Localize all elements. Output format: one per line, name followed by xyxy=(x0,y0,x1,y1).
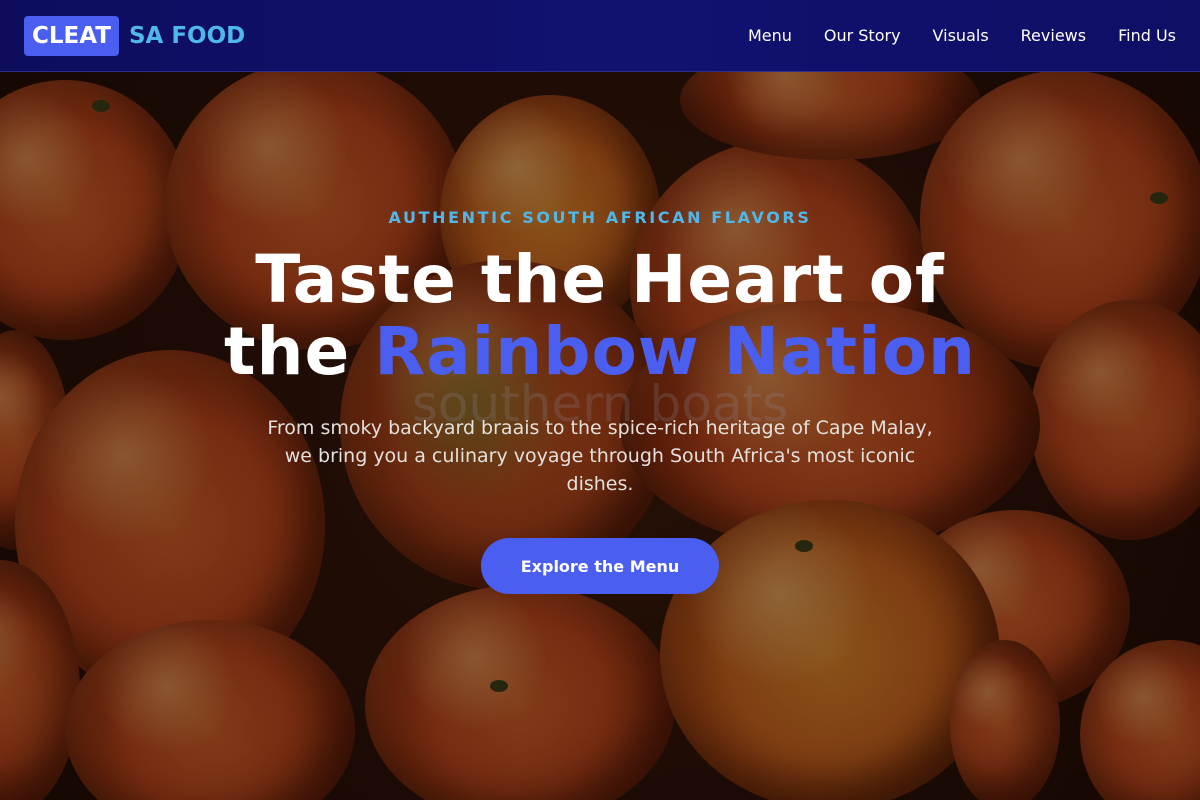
hero-headline: Taste the Heart of the Rainbow Nation xyxy=(0,244,1200,388)
brand-text: SA FOOD xyxy=(128,22,246,49)
nav-link-our-story[interactable]: Our Story xyxy=(824,26,901,45)
nav-link-visuals[interactable]: Visuals xyxy=(933,26,989,45)
hero-eyebrow: AUTHENTIC SOUTH AFRICAN FLAVORS xyxy=(388,208,812,227)
top-navbar: CLEAT SA FOOD Menu Our Story Visuals Rev… xyxy=(0,0,1200,72)
nav-links: Menu Our Story Visuals Reviews Find Us xyxy=(748,26,1176,45)
hero-section: AUTHENTIC SOUTH AFRICAN FLAVORS Taste th… xyxy=(0,72,1200,800)
nav-link-reviews[interactable]: Reviews xyxy=(1021,26,1086,45)
brand-logo[interactable]: CLEAT SA FOOD xyxy=(24,15,246,56)
headline-line-1: Taste the Heart of xyxy=(255,241,945,318)
hero-subtitle: From smoky backyard braais to the spice-… xyxy=(267,417,933,495)
nav-link-menu[interactable]: Menu xyxy=(748,26,792,45)
explore-menu-button[interactable]: Explore the Menu xyxy=(481,538,719,594)
brand-badge: CLEAT xyxy=(24,15,119,56)
nav-link-find-us[interactable]: Find Us xyxy=(1118,26,1176,45)
